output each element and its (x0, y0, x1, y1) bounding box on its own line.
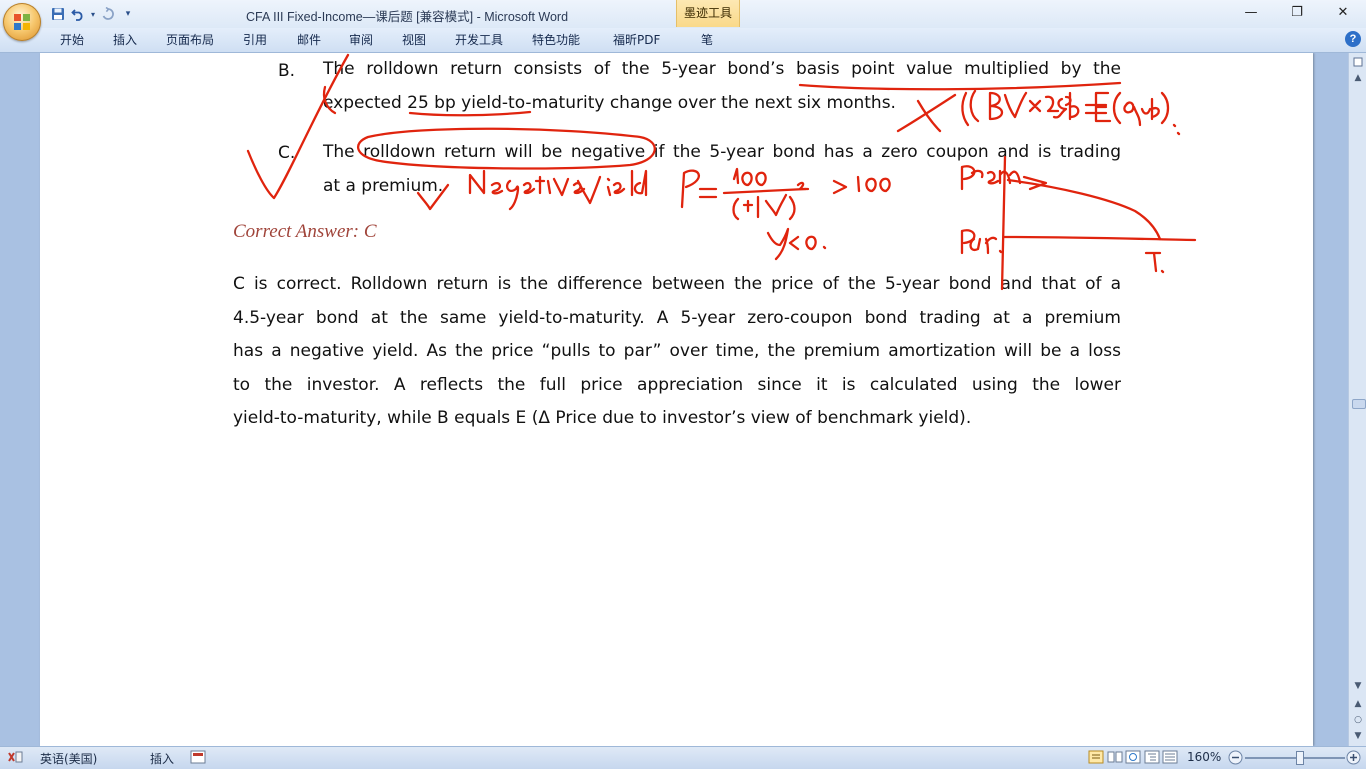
zoom-slider-thumb[interactable] (1296, 751, 1304, 765)
tab-insert[interactable]: 插入 (113, 31, 137, 48)
undo-icon[interactable] (70, 6, 86, 22)
ink-tools-context-tab[interactable]: 墨迹工具 (676, 0, 740, 27)
window-controls: — ❐ ✕ (1228, 0, 1366, 28)
tab-page-layout[interactable]: 页面布局 (166, 31, 214, 48)
next-page-icon[interactable]: ▼ (1351, 729, 1365, 743)
help-icon[interactable]: ? (1345, 31, 1361, 47)
save-icon[interactable] (50, 6, 66, 22)
tab-review[interactable]: 审阅 (349, 31, 373, 48)
web-layout-icon[interactable] (1125, 750, 1141, 767)
title-bar: ▾ ▾ CFA III Fixed-Income—课后题 [兼容模式] - Mi… (0, 0, 1366, 28)
redo-icon[interactable] (100, 6, 116, 22)
close-button[interactable]: ✕ (1320, 0, 1366, 24)
language-indicator[interactable]: 英语(美国) (40, 750, 97, 767)
spellcheck-icon[interactable] (7, 749, 23, 768)
draft-view-icon[interactable] (1162, 750, 1178, 767)
scroll-down-icon[interactable]: ▼ (1351, 679, 1365, 693)
tab-foxit-pdf[interactable]: 福昕PDF (613, 31, 660, 48)
ribbon-tabs: 开始 插入 页面布局 引用 邮件 审阅 视图 开发工具 特色功能 福昕PDF 笔 (0, 28, 1366, 53)
undo-dropdown-icon[interactable]: ▾ (90, 6, 96, 22)
zoom-in-icon[interactable] (1346, 750, 1361, 768)
vertical-scrollbar[interactable]: ▲ ▼ ▲ ○ ▼ (1348, 53, 1366, 746)
option-b-text: The rolldown return consists of the 5-ye… (323, 59, 1121, 113)
office-button[interactable] (3, 3, 41, 41)
browse-object-icon[interactable]: ○ (1351, 713, 1365, 727)
explanation-paragraph: C is correct. Rolldown return is the dif… (233, 274, 1121, 428)
document-area: B. The rolldown return consists of the 5… (0, 53, 1348, 746)
option-c-text: The rolldown return will be negative if … (323, 142, 1121, 196)
tab-view[interactable]: 视图 (402, 31, 426, 48)
ruler-toggle-icon[interactable] (1351, 55, 1365, 69)
zoom-level[interactable]: 160% (1187, 750, 1221, 764)
insert-mode-indicator[interactable]: 插入 (150, 750, 174, 767)
tab-special-features[interactable]: 特色功能 (532, 31, 580, 48)
correct-answer-heading: Correct Answer: C (233, 221, 377, 242)
previous-page-icon[interactable]: ▲ (1351, 697, 1365, 711)
zoom-out-icon[interactable] (1228, 750, 1243, 768)
tab-mailings[interactable]: 邮件 (297, 31, 321, 48)
tab-developer[interactable]: 开发工具 (455, 31, 503, 48)
scroll-thumb[interactable] (1352, 399, 1366, 409)
tab-pen[interactable]: 笔 (701, 31, 713, 48)
option-c-letter: C. (278, 143, 296, 163)
print-layout-view-icon[interactable] (1088, 750, 1104, 767)
macro-record-icon[interactable] (190, 750, 206, 767)
maximize-button[interactable]: ❐ (1274, 0, 1320, 24)
tab-references[interactable]: 引用 (243, 31, 267, 48)
customize-quick-access-icon[interactable]: ▾ (120, 6, 136, 22)
scroll-up-icon[interactable]: ▲ (1351, 71, 1365, 85)
status-bar: 英语(美国) 插入 160% (0, 746, 1366, 769)
option-b-letter: B. (278, 61, 296, 81)
tab-home[interactable]: 开始 (60, 31, 84, 48)
office-logo-icon (14, 14, 30, 30)
full-screen-reading-icon[interactable] (1107, 750, 1123, 767)
minimize-button[interactable]: — (1228, 0, 1274, 24)
quick-access-toolbar: ▾ ▾ (50, 4, 136, 24)
outline-view-icon[interactable] (1144, 750, 1160, 767)
zoom-slider-track[interactable] (1245, 757, 1345, 759)
window-title: CFA III Fixed-Income—课后题 [兼容模式] - Micros… (246, 10, 569, 24)
